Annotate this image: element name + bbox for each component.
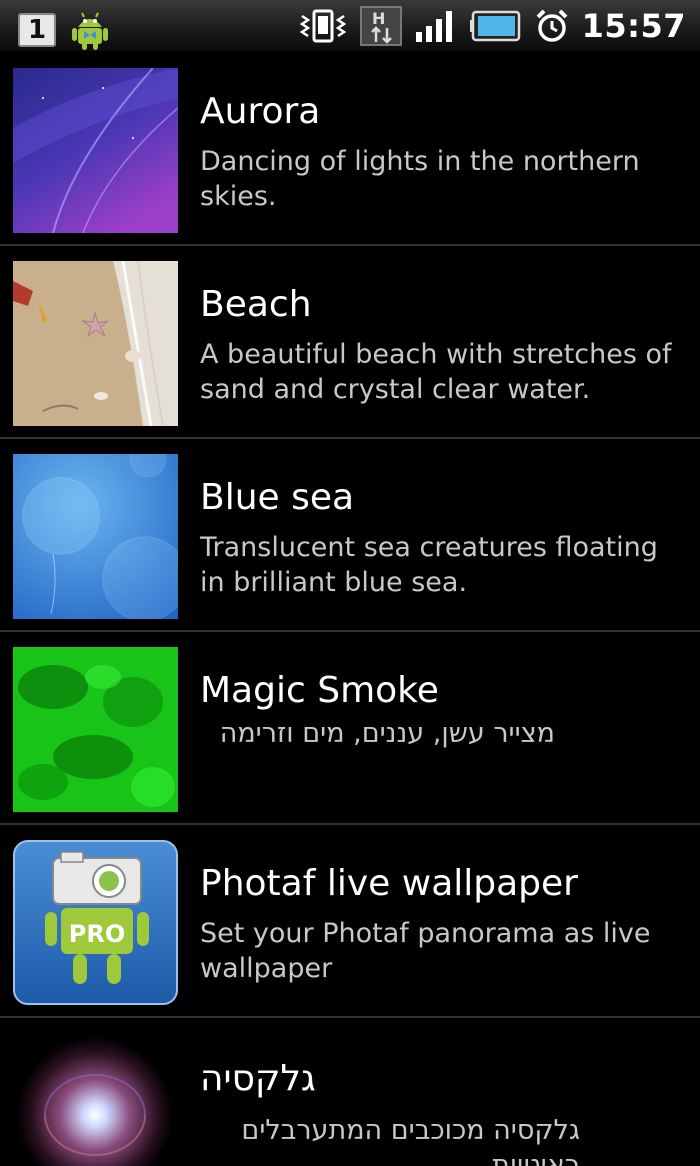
wallpaper-title: Photaf live wallpaper	[200, 863, 578, 904]
list-item[interactable]: Magic Smoke מצייר עשן, עננים, מים וזרימה	[0, 632, 700, 825]
list-item[interactable]: Blue sea Translucent sea creatures float…	[0, 439, 700, 632]
list-item[interactable]: Beach A beautiful beach with stretches o…	[0, 246, 700, 439]
wallpaper-description: מצייר עשן, עננים, מים וזרימה	[219, 718, 555, 749]
blue-sea-thumbnail	[13, 454, 178, 619]
live-wallpaper-list[interactable]: Aurora Dancing of lights in the northern…	[0, 53, 700, 1166]
signal-strength-icon	[414, 8, 458, 44]
notification-count-icon: 1	[18, 13, 56, 47]
wallpaper-description: A beautiful beach with stretches of sand…	[200, 339, 672, 405]
wallpaper-description: גלקסיה מכוכבים המתערבלים ראיטיות	[241, 1115, 580, 1166]
clock: 15:57	[581, 7, 686, 45]
wallpaper-title: גלקסיה	[200, 1058, 316, 1099]
hspa-data-icon: H	[359, 6, 402, 46]
beach-thumbnail	[13, 261, 178, 426]
wallpaper-title: Beach	[200, 284, 312, 325]
battery-icon	[469, 9, 522, 43]
alarm-clock-icon	[534, 8, 570, 44]
galaxy-thumbnail	[13, 1033, 178, 1166]
svg-text:H: H	[372, 9, 385, 28]
list-item[interactable]: PRO Photaf live wallpaper Set your Phota…	[0, 825, 700, 1018]
pro-badge: PRO	[69, 920, 125, 948]
aurora-thumbnail	[13, 68, 178, 233]
photaf-pro-thumbnail: PRO	[13, 840, 178, 1005]
android-debug-icon	[70, 9, 110, 51]
status-bar[interactable]: 1 H 15:57	[0, 0, 700, 52]
wallpaper-title: Aurora	[200, 91, 321, 132]
wallpaper-title: Blue sea	[200, 477, 355, 518]
wallpaper-description: Dancing of lights in the northern skies.	[200, 146, 640, 212]
vibrate-icon	[298, 8, 348, 44]
magic-smoke-thumbnail	[13, 647, 178, 812]
list-item[interactable]: Aurora Dancing of lights in the northern…	[0, 53, 700, 246]
wallpaper-description: Set your Photaf panorama as live wallpap…	[200, 918, 651, 984]
wallpaper-title: Magic Smoke	[200, 670, 439, 711]
wallpaper-description: Translucent sea creatures floating in br…	[200, 532, 658, 598]
list-item[interactable]: גלקסיה גלקסיה מכוכבים המתערבלים ראיטיות	[0, 1018, 700, 1166]
